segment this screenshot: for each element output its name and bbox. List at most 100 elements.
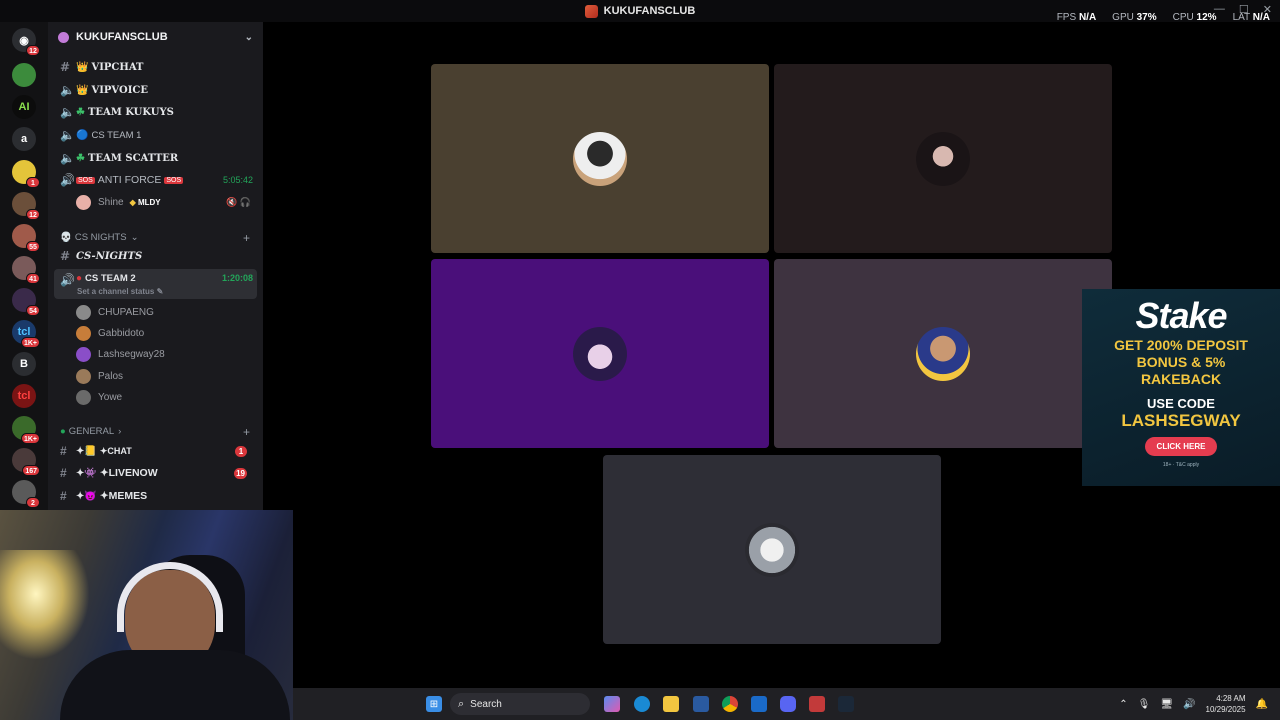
muted-icons: 🔇 🎧 [226,196,251,207]
windows-start-icon[interactable]: ⊞ [426,696,442,712]
server-icon-b[interactable]: B [12,352,36,376]
hash-icon: # [60,466,67,480]
mail-icon[interactable] [751,696,767,712]
performance-overlay: FPS N/A GPU 37% CPU 12% LAT N/A [1056,12,1270,23]
chevron-down-icon[interactable]: ⌄ [245,32,253,43]
file-explorer-icon[interactable] [663,696,679,712]
green-dot-icon: ● [60,426,66,437]
participant-avatar [745,522,799,577]
participant-avatar [916,131,970,186]
network-icon[interactable]: 🖥 [1160,699,1173,710]
server-icon-portrait[interactable]: 55 [12,224,40,252]
hash-icon: # [60,60,71,74]
channel-team-scatter[interactable]: 🔈 ☘ TEAM SCATTER [54,148,257,168]
video-tile[interactable] [774,64,1112,253]
video-tile[interactable] [431,259,769,448]
channel-livenow[interactable]: # ✦👾 ✦LIVENOW 19 [54,463,257,483]
chevron-up-icon[interactable]: ⌃ [1119,699,1127,710]
unread-badge: 1 [235,445,247,457]
avatar [76,346,91,362]
channel-team-kukuys[interactable]: 🔈 ☘ TEAM KUKUYS [54,102,257,122]
server-header[interactable]: KUKUFANSCLUB ⌄ [48,22,263,52]
app-icon-red[interactable] [809,696,825,712]
video-tile[interactable] [603,455,941,644]
fps-value: N/A [1078,12,1097,23]
voice-user[interactable]: Yowe [76,387,122,407]
speaker-icon: 🔈 [60,105,75,119]
notification-icon[interactable]: 🔔 [1256,699,1268,710]
server-icon-anime[interactable]: 54 [12,288,40,316]
note-icon: ✦📒 [76,445,97,457]
search-icon: ⌕ [458,697,465,710]
channel-vipvoice[interactable]: 🔈 👑 VIPVOICE [54,80,257,100]
server-icon-pikachu[interactable]: 1 [12,160,40,188]
webcam-overlay [0,510,293,720]
window-title: KUKUFANSCLUB [603,5,696,17]
taskbar-search[interactable]: ⌕ Search [450,693,590,715]
lamp-light [0,550,90,660]
voice-user[interactable]: Gabbidoto [76,323,144,343]
red-dot-icon: ● [76,273,83,284]
sos-icon: SOS [164,176,184,184]
video-tile[interactable] [774,259,1112,448]
server-icon-photo[interactable]: 41 [12,256,40,284]
chrome-icon[interactable] [722,696,738,712]
system-tray: ⌃ 🎙 🖥 🔊 4:28 AM 10/29/2025 🔔 [1119,688,1268,720]
server-icon-frog[interactable] [12,63,36,87]
promo-code: LASHSEGWAY [1121,411,1241,430]
category-cs-nights[interactable]: 💀 CS NIGHTS ⌄ + [60,231,250,245]
app-icon [584,4,598,18]
sponsor-ad[interactable]: Stake GET 200% DEPOSIT BONUS & 5% RAKEBA… [1082,289,1280,486]
server-icon-sunday[interactable]: 12 [12,192,40,220]
voice-user-shine[interactable]: Shine ◆ MLDY 🔇 🎧 [76,192,251,212]
chevron-down-icon: ⌄ [130,232,139,243]
channel-anti-force[interactable]: 🔊 SOS ANTI FORCE SOS 5:05:42 [54,170,257,190]
channel-timer: 1:20:08 [221,273,253,283]
video-tile[interactable] [431,64,769,253]
channel-chat[interactable]: # ✦📒 ✦CHAT 1 [54,441,257,461]
channel-cs-team-1[interactable]: 🔈 🔵 CS TEAM 1 [54,125,257,145]
voice-user[interactable]: Palos [76,366,123,386]
avatar [76,304,91,320]
channel-cs-nights[interactable]: # CS-NIGHTS [54,246,257,266]
volume-icon[interactable]: 🔊 [1183,699,1195,710]
server-icon-tcl[interactable]: tcl 1K+ [12,320,40,348]
participant-avatar [573,326,627,381]
edge-icon[interactable] [634,696,650,712]
avatar [76,194,91,210]
server-icon-mono[interactable]: 2 [12,480,40,508]
server-icon-green[interactable]: 1K+ [12,416,40,444]
windows-taskbar: ⊞ ⌕ Search ⌃ 🎙 🖥 🔊 4:28 AM 10/29/2025 🔔 [293,688,1280,720]
lat-value: N/A [1252,12,1270,23]
taskbar-clock[interactable]: 4:28 AM 10/29/2025 [1206,693,1246,715]
discord-home-icon[interactable]: ◉ 12 [12,28,40,56]
server-icon-a[interactable]: a [12,127,36,151]
server-icon-ai[interactable]: AI [12,95,36,119]
server-rail: ◉ 12 AI a 1 12 55 41 54 tcl 1K+ B tcl 1K+ … [0,22,48,510]
category-general[interactable]: ● GENERAL › + [60,425,250,439]
live-icon: ✦👾 [76,467,97,479]
voice-user[interactable]: Lashsegway28 [76,344,165,364]
add-channel-icon[interactable]: + [243,231,250,245]
click-here-button[interactable]: CLICK HERE [1144,437,1218,456]
copilot-icon[interactable] [604,696,620,712]
channel-memes[interactable]: # ✦😈 ✦MEMES [54,486,257,506]
add-channel-icon[interactable]: + [243,425,250,439]
channel-cs-team-2[interactable]: 🔊 ● CS TEAM 2 1:20:08 Set a channel status ✎ [54,269,257,299]
gpu-value: 37% [1136,12,1157,23]
chevron-right-icon: › [118,426,122,437]
speaker-icon: 🔈 [60,151,75,165]
server-tag-icon [58,31,69,43]
hash-icon: # [60,444,67,458]
avatar [76,389,91,405]
microphone-icon[interactable]: 🎙 [1138,699,1151,710]
voice-user[interactable]: CHUPAENG [76,302,154,322]
discord-icon[interactable] [780,696,796,712]
store-icon[interactable] [693,696,709,712]
meme-icon: ✦😈 [76,490,97,502]
server-icon-group[interactable]: 167 [12,448,40,476]
steam-icon[interactable] [838,696,854,712]
server-icon-tcl-red[interactable]: tcl [12,384,36,408]
channel-status[interactable]: Set a channel status ✎ [77,287,163,296]
channel-vipchat[interactable]: # 👑 VIPCHAT [54,57,257,77]
